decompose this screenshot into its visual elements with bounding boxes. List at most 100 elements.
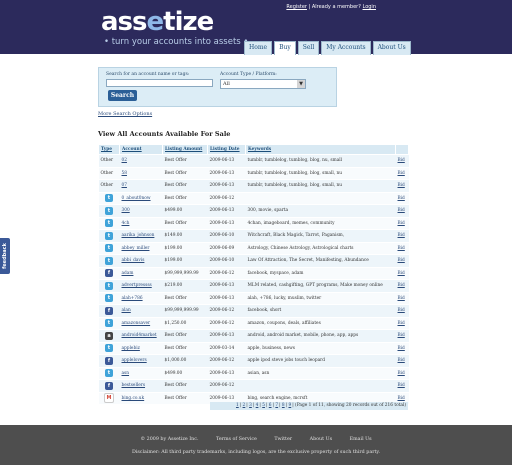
footer-about-link[interactable]: About Us bbox=[310, 437, 332, 442]
bid-link[interactable]: Bid bbox=[398, 333, 405, 338]
bid-link[interactable]: Bid bbox=[398, 171, 405, 176]
bid-link[interactable]: Bid bbox=[398, 358, 405, 363]
bid-link[interactable]: Bid bbox=[398, 371, 405, 376]
twitter-icon: t bbox=[105, 231, 113, 240]
account-link[interactable]: 300 bbox=[122, 208, 130, 213]
listing-amount: $199.00 bbox=[164, 258, 183, 264]
bid-link[interactable]: Bid bbox=[398, 271, 405, 276]
table-row: t 300 $499.00 2009-06-13 300, movie, sparta B… bbox=[98, 204, 409, 218]
twitter-icon: t bbox=[105, 256, 113, 265]
account-link[interactable]: abbey_miller bbox=[122, 246, 150, 251]
keywords: android, android market, mobile, phone, … bbox=[247, 333, 359, 339]
account-link[interactable]: 07 bbox=[122, 183, 127, 188]
page-link[interactable]: 1 bbox=[236, 403, 239, 408]
account-link[interactable]: applelovers bbox=[122, 358, 147, 363]
search-input[interactable] bbox=[106, 79, 213, 87]
bid-link[interactable]: Bid bbox=[398, 208, 405, 213]
footer-copyright: © 2009 by Assetize Inc. bbox=[140, 437, 199, 442]
account-type-cell: t bbox=[98, 292, 120, 305]
col-account[interactable]: Account bbox=[119, 144, 163, 155]
more-search-options-link[interactable]: More Search Options bbox=[98, 111, 152, 117]
col-bid bbox=[395, 144, 409, 155]
listing-date: 2009-06-13 bbox=[209, 295, 235, 301]
bid-link[interactable]: Bid bbox=[398, 308, 405, 313]
page-link[interactable]: 4 bbox=[256, 403, 259, 408]
listing-date: 2009-06-13 bbox=[209, 208, 235, 214]
tab-home[interactable]: Home bbox=[244, 41, 273, 55]
col-listing-amount[interactable]: Listing Amount bbox=[162, 144, 208, 155]
account-type-cell: t bbox=[98, 279, 120, 293]
bid-link[interactable]: Bid bbox=[398, 158, 405, 163]
keywords: Astrology, Chinese Astrology, Astrologic… bbox=[247, 245, 354, 251]
search-panel: Search for an account name or tags: Acco… bbox=[98, 67, 337, 107]
page-link[interactable]: 8 bbox=[282, 403, 285, 408]
bid-link[interactable]: Bid bbox=[398, 383, 405, 388]
bid-link[interactable]: Bid bbox=[398, 221, 405, 226]
bid-link[interactable]: Bid bbox=[398, 233, 405, 238]
tab-my-accounts[interactable]: My Accounts bbox=[321, 41, 371, 55]
account-link[interactable]: amazonsaver bbox=[122, 321, 151, 326]
register-link[interactable]: Register bbox=[286, 4, 307, 10]
page-link[interactable]: 6 bbox=[269, 403, 272, 408]
feedback-tab[interactable]: feedback bbox=[0, 238, 10, 274]
col-type[interactable]: Type bbox=[98, 144, 120, 155]
account-link[interactable]: advertpressss bbox=[122, 283, 152, 288]
account-link[interactable]: applebiz bbox=[122, 346, 140, 351]
account-link[interactable]: bing.co.uk bbox=[122, 396, 145, 401]
assetize-logo[interactable]: assetize bbox=[101, 9, 214, 35]
listing-amount: Best Offer bbox=[164, 395, 187, 401]
account-link[interactable]: abbi_davis bbox=[122, 258, 145, 263]
listing-amount: Best Offer bbox=[164, 295, 187, 301]
pagination-summary: (Page 1 of 11, showing 20 records out of… bbox=[295, 403, 406, 408]
account-link[interactable]: bestsellers bbox=[122, 383, 146, 388]
tab-buy[interactable]: Buy bbox=[274, 41, 296, 55]
account-link[interactable]: asn bbox=[122, 371, 130, 376]
listing-amount: Best Offer bbox=[164, 220, 187, 226]
keywords: alah, +786, lucky, muslim, twitter bbox=[247, 295, 322, 301]
bid-link[interactable]: Bid bbox=[398, 396, 405, 401]
account-type-cell: M bbox=[98, 392, 120, 405]
account-link[interactable]: adam bbox=[122, 271, 134, 276]
search-button[interactable]: Search bbox=[108, 90, 137, 101]
page-link[interactable]: 2 bbox=[243, 403, 246, 408]
bid-link[interactable]: Bid bbox=[398, 346, 405, 351]
footer-email-link[interactable]: Email Us bbox=[350, 437, 372, 442]
tagline: • turn your accounts into assets • bbox=[104, 37, 249, 47]
listing-date: 2009-06-13 bbox=[209, 370, 235, 376]
table-row: t aarika_johnson $149.00 2009-06-10 Witchcra… bbox=[98, 229, 409, 243]
account-link[interactable]: android4market bbox=[122, 333, 157, 338]
bid-link[interactable]: Bid bbox=[398, 246, 405, 251]
keywords: amazon, coupons, deals, affiliates bbox=[247, 320, 321, 326]
facebook-icon: f bbox=[105, 306, 113, 315]
account-link[interactable]: 4ch bbox=[122, 221, 130, 226]
page-link[interactable]: 7 bbox=[275, 403, 278, 408]
tab-sell[interactable]: Sell bbox=[297, 41, 320, 55]
page-link[interactable]: 3 bbox=[249, 403, 252, 408]
account-link[interactable]: 0_about0now bbox=[122, 196, 151, 201]
pagination: 1| 2| 3| 4| 5| 6| 7| 8| 9| (Page 1 of 11… bbox=[210, 402, 408, 410]
footer-terms-link[interactable]: Terms of Service bbox=[216, 437, 257, 442]
account-link[interactable]: aarika_johnson bbox=[122, 233, 155, 238]
tab-about-us[interactable]: About Us bbox=[372, 41, 411, 55]
keywords: tumblr, tumblelog, tumblog, blog, nu, sm… bbox=[247, 158, 343, 164]
account-type-cell: f bbox=[98, 379, 120, 393]
footer-twitter-link[interactable]: Twitter bbox=[274, 437, 292, 442]
account-type-select[interactable]: All ▼ bbox=[220, 79, 306, 89]
account-link[interactable]: alah+786 bbox=[122, 296, 143, 301]
bid-link[interactable]: Bid bbox=[398, 321, 405, 326]
bid-link[interactable]: Bid bbox=[398, 183, 405, 188]
bid-link[interactable]: Bid bbox=[398, 196, 405, 201]
twitter-icon: t bbox=[105, 244, 113, 253]
col-listing-date[interactable]: Listing Date bbox=[207, 144, 246, 155]
account-type-cell: a bbox=[98, 329, 120, 343]
page-link[interactable]: 5 bbox=[262, 403, 265, 408]
account-link[interactable]: alan bbox=[122, 308, 131, 313]
page-link[interactable]: 9 bbox=[288, 403, 291, 408]
account-type-cell: t bbox=[98, 367, 120, 380]
account-link[interactable]: 58 bbox=[122, 171, 127, 176]
bid-link[interactable]: Bid bbox=[398, 296, 405, 301]
bid-link[interactable]: Bid bbox=[398, 283, 405, 288]
account-link[interactable]: 02 bbox=[122, 158, 127, 163]
bid-link[interactable]: Bid bbox=[398, 258, 405, 263]
login-link[interactable]: Login bbox=[363, 4, 377, 10]
